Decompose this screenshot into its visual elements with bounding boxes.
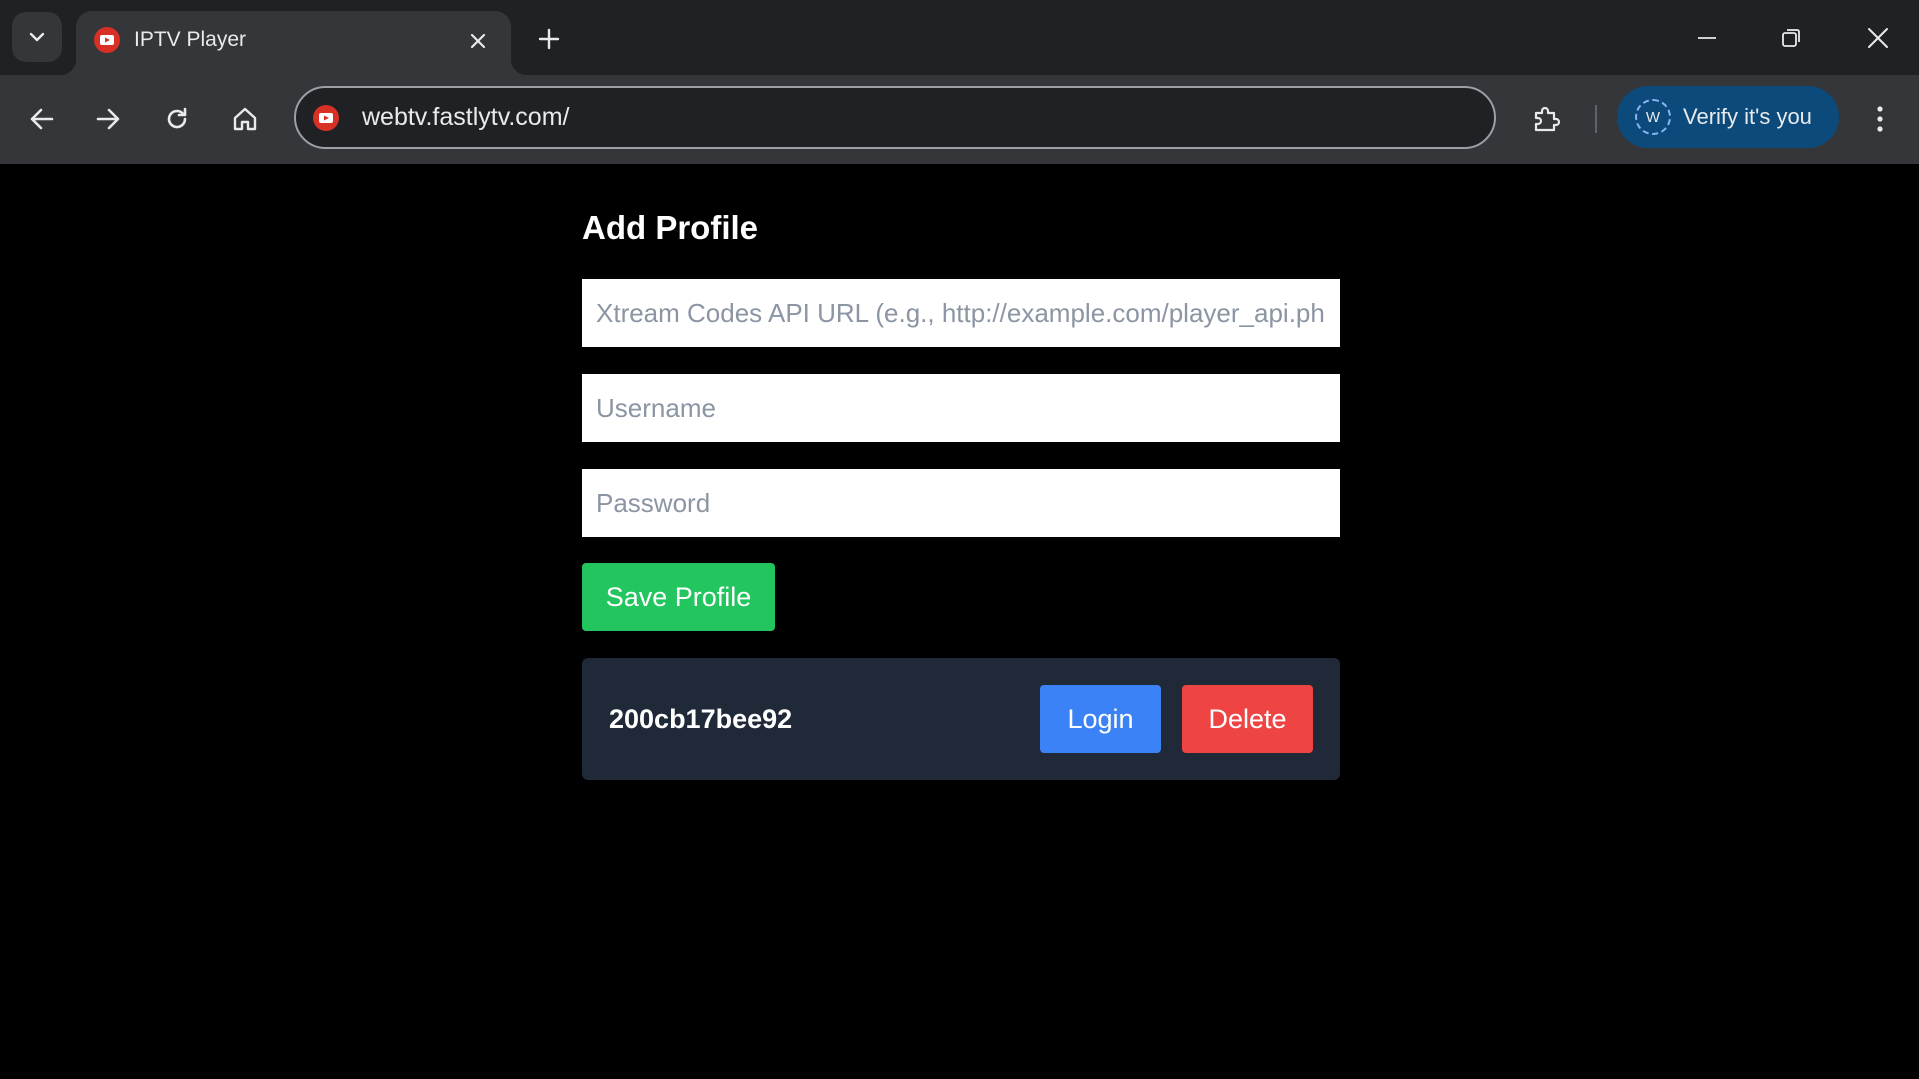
- reload-icon: [167, 107, 187, 129]
- tab-title: IPTV Player: [134, 28, 247, 51]
- verify-profile-chip[interactable]: W Verify it's you: [1617, 86, 1839, 148]
- browser-tab[interactable]: IPTV Player: [60, 11, 527, 75]
- avatar: W: [1635, 99, 1671, 135]
- close-icon: [1868, 28, 1888, 48]
- browser-menu-button[interactable]: [1858, 95, 1902, 143]
- address-bar[interactable]: webtv.fastlytv.com/: [294, 86, 1496, 149]
- address-bar-url: webtv.fastlytv.com/: [362, 103, 570, 131]
- extensions-button[interactable]: [1522, 95, 1570, 143]
- tab-search-button[interactable]: [12, 12, 62, 62]
- save-profile-button[interactable]: Save Profile: [582, 563, 775, 631]
- forward-button[interactable]: [84, 95, 132, 143]
- profile-name: 200cb17bee92: [609, 704, 793, 734]
- arrow-right-icon: [96, 108, 120, 130]
- toolbar-separator: [1595, 105, 1597, 133]
- api-url-input[interactable]: [582, 279, 1340, 347]
- delete-button[interactable]: Delete: [1182, 685, 1313, 753]
- new-tab-button[interactable]: [530, 20, 568, 58]
- back-button[interactable]: [18, 95, 66, 143]
- reload-button[interactable]: [153, 95, 201, 143]
- chevron-down-icon: [29, 32, 45, 42]
- restore-icon: [1782, 29, 1800, 47]
- page-content: Add Profile Save Profile 200cb17bee92 Lo…: [0, 164, 1919, 1079]
- page-title: Add Profile: [582, 209, 759, 246]
- arrow-left-icon: [30, 108, 54, 130]
- home-icon: [233, 107, 257, 131]
- tab-close-button[interactable]: [462, 25, 494, 57]
- home-button[interactable]: [221, 95, 269, 143]
- password-input[interactable]: [582, 469, 1340, 537]
- close-icon: [470, 33, 486, 49]
- more-vertical-icon: [1877, 106, 1883, 132]
- verify-label: Verify it's you: [1683, 104, 1812, 129]
- browser-tab-bar: IPTV Player: [0, 0, 1919, 75]
- window-close-button[interactable]: [1848, 12, 1908, 64]
- browser-toolbar: webtv.fastlytv.com/ W Verify it's you: [0, 75, 1919, 164]
- restore-button[interactable]: [1761, 12, 1821, 64]
- plus-icon: [538, 28, 560, 50]
- play-favicon-icon: [313, 105, 339, 131]
- username-input[interactable]: [582, 374, 1340, 442]
- profile-card: 200cb17bee92 Login Delete: [582, 658, 1340, 780]
- puzzle-piece-icon: [1534, 106, 1561, 132]
- login-button[interactable]: Login: [1040, 685, 1161, 753]
- minimize-button[interactable]: [1677, 12, 1737, 64]
- play-favicon-icon: [94, 27, 120, 53]
- minimize-icon: [1698, 37, 1716, 39]
